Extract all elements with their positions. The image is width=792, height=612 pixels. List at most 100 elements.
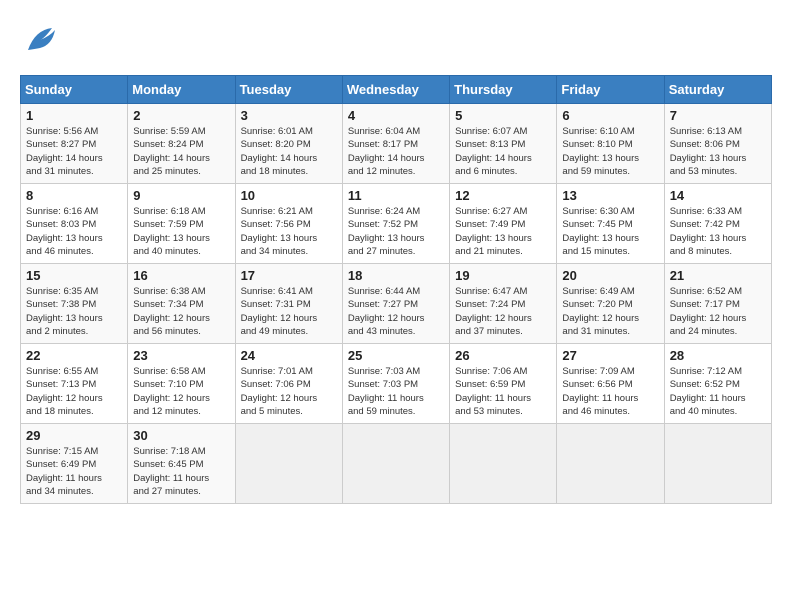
page-header: [20, 20, 772, 65]
calendar-cell: 8 Sunrise: 6:16 AMSunset: 8:03 PMDaylight…: [21, 184, 128, 264]
calendar-cell: [450, 424, 557, 504]
day-number: 10: [241, 188, 337, 203]
day-detail: Sunrise: 6:55 AMSunset: 7:13 PMDaylight:…: [26, 365, 122, 418]
calendar-cell: 28Sunrise: 7:12 AMSunset: 6:52 PMDayligh…: [664, 344, 771, 424]
day-number: 1: [26, 108, 122, 123]
calendar-day-header: Sunday: [21, 76, 128, 104]
calendar-day-header: Monday: [128, 76, 235, 104]
day-detail: Sunrise: 7:06 AMSunset: 6:59 PMDaylight:…: [455, 365, 551, 418]
day-detail: Sunrise: 6:27 AMSunset: 7:49 PMDaylight:…: [455, 205, 551, 258]
day-detail: Sunrise: 6:10 AMSunset: 8:10 PMDaylight:…: [562, 125, 658, 178]
calendar-cell: 11Sunrise: 6:24 AMSunset: 7:52 PMDayligh…: [342, 184, 449, 264]
calendar-day-header: Thursday: [450, 76, 557, 104]
calendar-cell: 13 Sunrise: 6:30 AMSunset: 7:45 PMDayligh…: [557, 184, 664, 264]
calendar-cell: 19 Sunrise: 6:47 AMSunset: 7:24 PMDayligh…: [450, 264, 557, 344]
day-number: 8: [26, 188, 122, 203]
calendar-day-header: Friday: [557, 76, 664, 104]
day-detail: Sunrise: 7:09 AMSunset: 6:56 PMDaylight:…: [562, 365, 658, 418]
day-number: 29: [26, 428, 122, 443]
calendar-week-row: 1 Sunrise: 5:56 AMSunset: 8:27 PMDaylight…: [21, 104, 772, 184]
day-number: 21: [670, 268, 766, 283]
calendar-cell: 6 Sunrise: 6:10 AMSunset: 8:10 PMDaylight…: [557, 104, 664, 184]
day-detail: Sunrise: 6:58 AMSunset: 7:10 PMDaylight:…: [133, 365, 229, 418]
calendar-cell: [557, 424, 664, 504]
calendar-cell: 5 Sunrise: 6:07 AMSunset: 8:13 PMDaylight…: [450, 104, 557, 184]
calendar-header-row: SundayMondayTuesdayWednesdayThursdayFrid…: [21, 76, 772, 104]
day-number: 22: [26, 348, 122, 363]
calendar-cell: 15 Sunrise: 6:35 AMSunset: 7:38 PMDayligh…: [21, 264, 128, 344]
day-detail: Sunrise: 6:49 AMSunset: 7:20 PMDaylight:…: [562, 285, 658, 338]
logo-icon: [20, 20, 60, 65]
calendar-cell: 26 Sunrise: 7:06 AMSunset: 6:59 PMDayligh…: [450, 344, 557, 424]
day-number: 20: [562, 268, 658, 283]
calendar-cell: 22 Sunrise: 6:55 AMSunset: 7:13 PMDayligh…: [21, 344, 128, 424]
day-detail: Sunrise: 6:30 AMSunset: 7:45 PMDaylight:…: [562, 205, 658, 258]
day-detail: Sunrise: 7:12 AMSunset: 6:52 PMDaylight:…: [670, 365, 766, 418]
calendar-cell: 1 Sunrise: 5:56 AMSunset: 8:27 PMDaylight…: [21, 104, 128, 184]
calendar-cell: [235, 424, 342, 504]
day-detail: Sunrise: 6:33 AMSunset: 7:42 PMDaylight:…: [670, 205, 766, 258]
day-detail: Sunrise: 6:16 AMSunset: 8:03 PMDaylight:…: [26, 205, 122, 258]
day-number: 15: [26, 268, 122, 283]
day-detail: Sunrise: 6:47 AMSunset: 7:24 PMDaylight:…: [455, 285, 551, 338]
day-number: 7: [670, 108, 766, 123]
calendar-week-row: 22 Sunrise: 6:55 AMSunset: 7:13 PMDayligh…: [21, 344, 772, 424]
day-number: 30: [133, 428, 229, 443]
day-detail: Sunrise: 6:01 AMSunset: 8:20 PMDaylight:…: [241, 125, 337, 178]
calendar-cell: 10 Sunrise: 6:21 AMSunset: 7:56 PMDayligh…: [235, 184, 342, 264]
calendar-cell: [342, 424, 449, 504]
calendar-cell: 7 Sunrise: 6:13 AMSunset: 8:06 PMDaylight…: [664, 104, 771, 184]
day-number: 25: [348, 348, 444, 363]
day-detail: Sunrise: 7:01 AMSunset: 7:06 PMDaylight:…: [241, 365, 337, 418]
day-number: 4: [348, 108, 444, 123]
day-number: 6: [562, 108, 658, 123]
day-number: 19: [455, 268, 551, 283]
calendar-cell: 21 Sunrise: 6:52 AMSunset: 7:17 PMDayligh…: [664, 264, 771, 344]
calendar-cell: 2 Sunrise: 5:59 AMSunset: 8:24 PMDaylight…: [128, 104, 235, 184]
calendar-day-header: Wednesday: [342, 76, 449, 104]
day-number: 16: [133, 268, 229, 283]
calendar-cell: 18Sunrise: 6:44 AMSunset: 7:27 PMDayligh…: [342, 264, 449, 344]
day-number: 26: [455, 348, 551, 363]
calendar-cell: 9 Sunrise: 6:18 AMSunset: 7:59 PMDaylight…: [128, 184, 235, 264]
calendar-cell: 29 Sunrise: 7:15 AMSunset: 6:49 PMDayligh…: [21, 424, 128, 504]
calendar-cell: 3Sunrise: 6:01 AMSunset: 8:20 PMDaylight…: [235, 104, 342, 184]
day-detail: Sunrise: 7:03 AMSunset: 7:03 PMDaylight:…: [348, 365, 444, 418]
calendar-cell: 27Sunrise: 7:09 AMSunset: 6:56 PMDayligh…: [557, 344, 664, 424]
day-detail: Sunrise: 6:13 AMSunset: 8:06 PMDaylight:…: [670, 125, 766, 178]
day-number: 17: [241, 268, 337, 283]
day-detail: Sunrise: 6:07 AMSunset: 8:13 PMDaylight:…: [455, 125, 551, 178]
day-detail: Sunrise: 6:41 AMSunset: 7:31 PMDaylight:…: [241, 285, 337, 338]
day-detail: Sunrise: 6:52 AMSunset: 7:17 PMDaylight:…: [670, 285, 766, 338]
day-detail: Sunrise: 5:56 AMSunset: 8:27 PMDaylight:…: [26, 125, 122, 178]
calendar-day-header: Saturday: [664, 76, 771, 104]
calendar-cell: 20 Sunrise: 6:49 AMSunset: 7:20 PMDayligh…: [557, 264, 664, 344]
calendar-cell: 4 Sunrise: 6:04 AMSunset: 8:17 PMDaylight…: [342, 104, 449, 184]
day-number: 2: [133, 108, 229, 123]
day-detail: Sunrise: 6:35 AMSunset: 7:38 PMDaylight:…: [26, 285, 122, 338]
calendar-cell: 12 Sunrise: 6:27 AMSunset: 7:49 PMDayligh…: [450, 184, 557, 264]
calendar-week-row: 15 Sunrise: 6:35 AMSunset: 7:38 PMDayligh…: [21, 264, 772, 344]
day-detail: Sunrise: 6:18 AMSunset: 7:59 PMDaylight:…: [133, 205, 229, 258]
day-number: 12: [455, 188, 551, 203]
day-number: 24: [241, 348, 337, 363]
day-detail: Sunrise: 7:15 AMSunset: 6:49 PMDaylight:…: [26, 445, 122, 498]
day-number: 5: [455, 108, 551, 123]
day-number: 18: [348, 268, 444, 283]
logo: [20, 20, 64, 65]
day-detail: Sunrise: 6:38 AMSunset: 7:34 PMDaylight:…: [133, 285, 229, 338]
calendar-week-row: 8 Sunrise: 6:16 AMSunset: 8:03 PMDaylight…: [21, 184, 772, 264]
day-detail: Sunrise: 6:21 AMSunset: 7:56 PMDaylight:…: [241, 205, 337, 258]
day-number: 13: [562, 188, 658, 203]
calendar-day-header: Tuesday: [235, 76, 342, 104]
day-number: 9: [133, 188, 229, 203]
calendar-cell: 23 Sunrise: 6:58 AMSunset: 7:10 PMDayligh…: [128, 344, 235, 424]
day-detail: Sunrise: 6:04 AMSunset: 8:17 PMDaylight:…: [348, 125, 444, 178]
day-detail: Sunrise: 7:18 AMSunset: 6:45 PMDaylight:…: [133, 445, 229, 498]
day-number: 11: [348, 188, 444, 203]
calendar-table: SundayMondayTuesdayWednesdayThursdayFrid…: [20, 75, 772, 504]
day-detail: Sunrise: 5:59 AMSunset: 8:24 PMDaylight:…: [133, 125, 229, 178]
calendar-cell: 16 Sunrise: 6:38 AMSunset: 7:34 PMDayligh…: [128, 264, 235, 344]
day-number: 23: [133, 348, 229, 363]
day-number: 14: [670, 188, 766, 203]
